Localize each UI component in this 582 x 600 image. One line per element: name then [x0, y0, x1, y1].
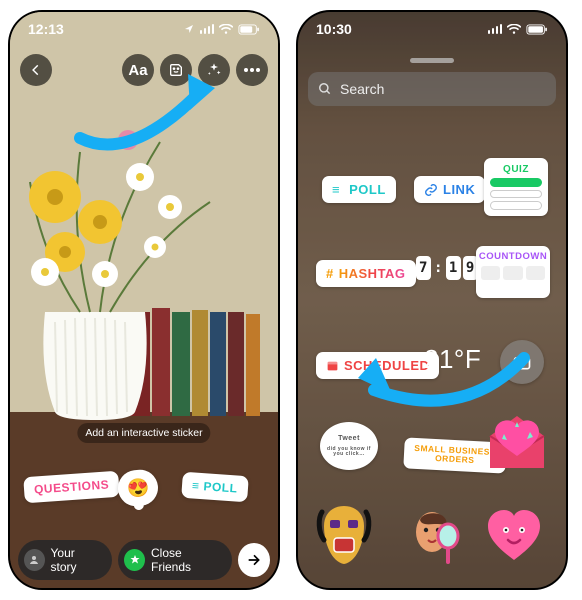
right-screen: 10:30 Search ≡ POLL [298, 12, 566, 588]
pink-heart-icon [484, 506, 544, 566]
sparkle-icon [206, 62, 222, 78]
text-tool-button[interactable]: Aa [122, 54, 154, 86]
calendar-icon [326, 359, 339, 372]
hint-label: Add an interactive sticker [77, 423, 210, 443]
your-story-button[interactable]: Your story [18, 540, 112, 580]
countdown-sticker[interactable]: COUNTDOWN [476, 246, 550, 298]
hashtag-text: HASHTAG [339, 266, 406, 281]
poll-lines-icon: ≡ [332, 182, 340, 197]
share-bar: Your story Close Friends [18, 540, 270, 580]
camera-sticker[interactable] [500, 340, 544, 384]
sticker-search[interactable]: Search [308, 72, 556, 106]
back-button[interactable] [20, 54, 52, 86]
quiz-option-selected [490, 178, 542, 187]
wifi-icon [219, 24, 233, 35]
effects-button[interactable] [198, 54, 230, 86]
chevron-left-icon [29, 63, 43, 77]
sticker-grid: ≡ POLL LINK QUIZ # HASHTAG 7 : 1 9 [298, 122, 566, 588]
mask-icon [316, 502, 372, 568]
left-screen: 12:13 Aa [10, 12, 278, 588]
temperature-sticker[interactable]: 21°F [424, 344, 481, 375]
link-icon [424, 183, 438, 197]
face-mirror-icon [408, 506, 464, 568]
poll-sticker[interactable]: ≡ POLL [322, 176, 396, 203]
sticker-icon [168, 62, 184, 78]
search-placeholder: Search [340, 81, 384, 97]
send-button[interactable] [238, 543, 270, 577]
scheduled-sticker[interactable]: SCHEDULED [316, 352, 439, 379]
poll-label: POLL [204, 479, 239, 495]
battery-icon [238, 24, 260, 35]
status-time: 12:13 [28, 21, 184, 37]
close-friends-label: Close Friends [151, 546, 220, 574]
mask-gif-sticker[interactable] [316, 502, 372, 568]
quiz-option [490, 201, 542, 210]
cellular-icon [200, 24, 215, 34]
temperature-label: 21°F [424, 344, 481, 375]
your-story-label: Your story [51, 546, 101, 574]
countdown-segments [481, 266, 545, 280]
search-icon [318, 82, 332, 96]
status-time: 10:30 [316, 21, 488, 37]
face-mirror-gif-sticker[interactable] [408, 506, 464, 568]
editor-top-actions: Aa [122, 54, 268, 86]
link-label: LINK [443, 182, 475, 197]
avatar-icon [24, 549, 45, 571]
quiz-sticker[interactable]: QUIZ [484, 158, 548, 216]
questions-label: QUESTIONS [34, 477, 110, 496]
right-phone: 10:30 Search ≡ POLL [296, 10, 568, 590]
quiz-option [490, 190, 542, 199]
status-icons [488, 24, 549, 35]
close-friends-button[interactable]: Close Friends [118, 540, 232, 580]
star-icon [124, 549, 145, 571]
tweet-body: did you know if you click… [326, 447, 372, 458]
text-icon: Aa [128, 62, 147, 79]
poll-lines-icon: ≡ [192, 478, 200, 492]
left-phone: 12:13 Aa [8, 10, 280, 590]
arrow-right-icon [246, 552, 262, 568]
tweet-sticker[interactable]: Tweet did you know if you click… [320, 422, 378, 470]
wifi-icon [507, 24, 521, 35]
countdown-label: COUNTDOWN [479, 251, 547, 262]
heart-envelope-icon [480, 408, 554, 476]
hashtag-hash: # [326, 266, 334, 281]
poll-label: POLL [349, 182, 386, 197]
scheduled-label: SCHEDULED [344, 358, 429, 373]
more-button[interactable] [236, 54, 268, 86]
quiz-label: QUIZ [503, 164, 529, 175]
time-digit: 7 [416, 256, 431, 280]
time-colon: : [433, 260, 444, 276]
link-sticker[interactable]: LINK [414, 176, 485, 203]
sticker-tool-button[interactable] [160, 54, 192, 86]
poll-sticker[interactable]: ≡ POLL [182, 472, 249, 503]
heart-eyes-emoji-icon: 😍 [126, 476, 150, 499]
sheet-drag-handle[interactable] [410, 58, 454, 63]
status-bar: 10:30 [298, 12, 566, 46]
cellular-icon [488, 24, 503, 34]
tweet-title: Tweet [338, 435, 360, 442]
status-bar: 12:13 [10, 12, 278, 46]
heart-envelope-sticker[interactable] [480, 408, 554, 476]
battery-icon [526, 24, 548, 35]
time-sticker[interactable]: 7 : 1 9 [416, 256, 478, 280]
more-icon [244, 68, 260, 72]
time-digit: 1 [446, 256, 461, 280]
heart-gif-sticker[interactable] [484, 506, 544, 566]
hashtag-sticker[interactable]: # HASHTAG [316, 260, 416, 287]
camera-icon [512, 352, 532, 372]
location-arrow-icon [184, 21, 194, 37]
status-icons [200, 24, 261, 35]
